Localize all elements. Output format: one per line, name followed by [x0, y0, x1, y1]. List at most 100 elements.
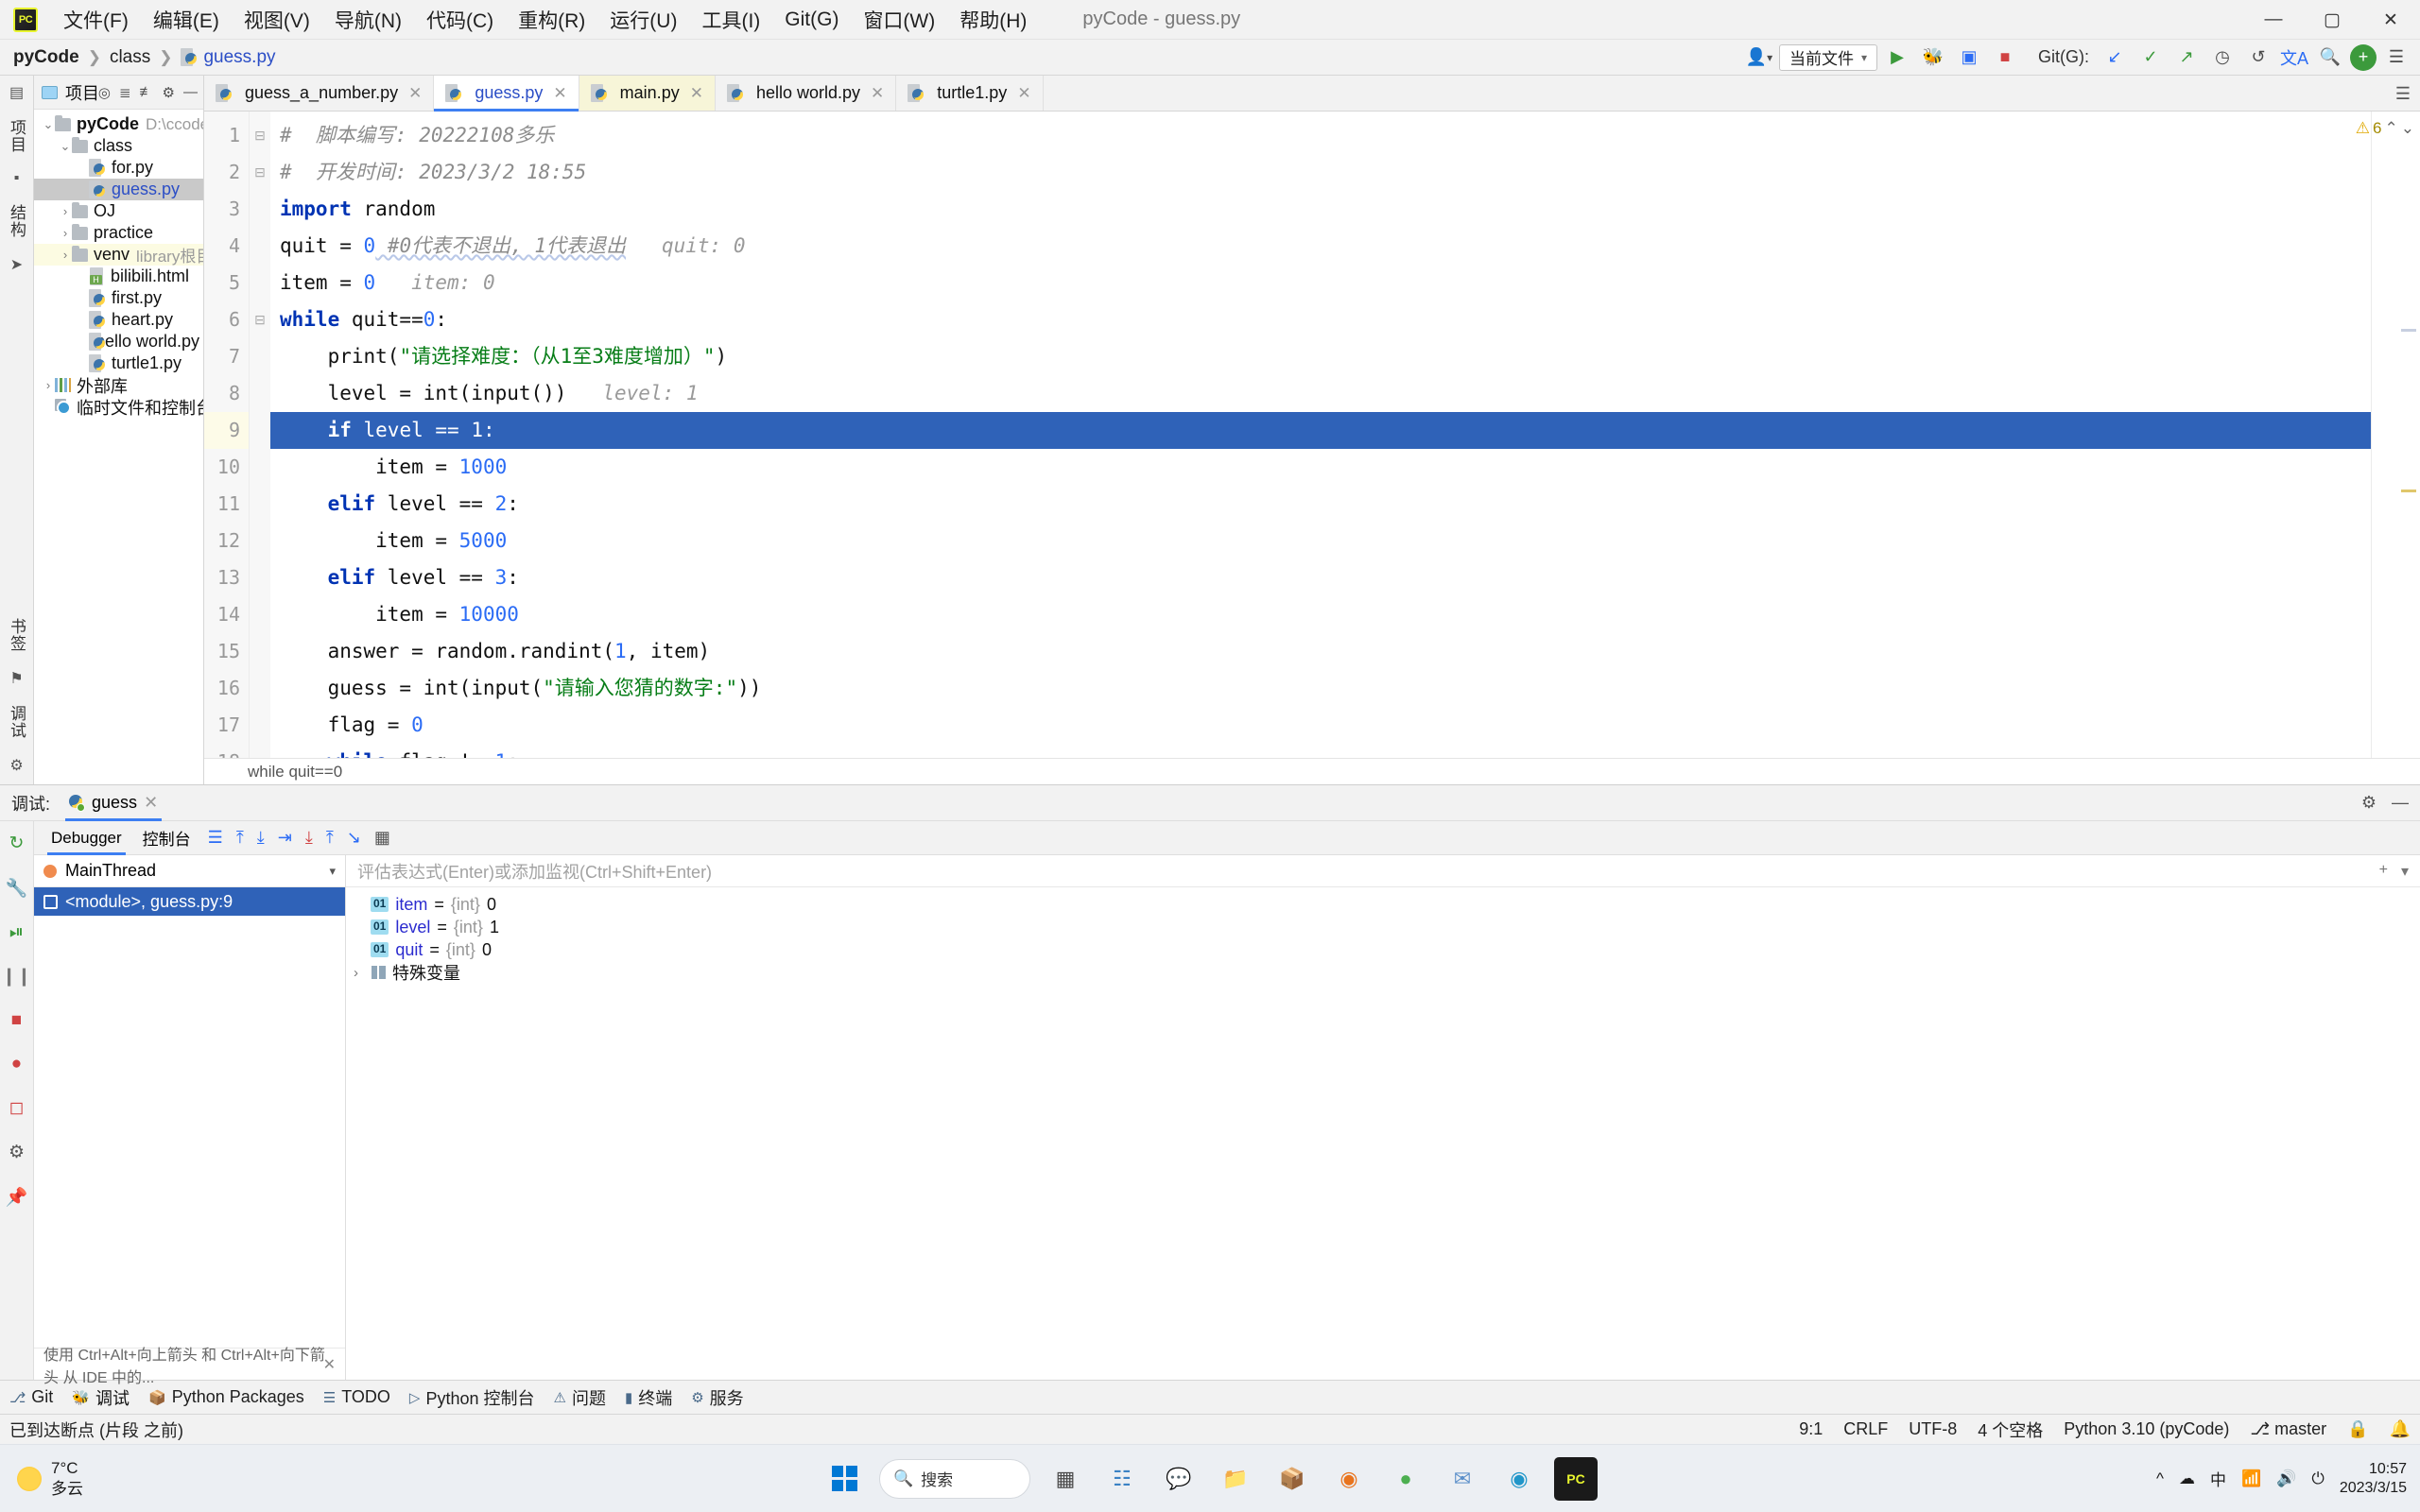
editor-tab-hello-world-py[interactable]: hello world.py ✕: [716, 76, 897, 111]
code-line[interactable]: if level == 1:: [270, 412, 2371, 449]
search-icon[interactable]: 🔍: [2314, 43, 2346, 72]
line-number[interactable]: 9: [204, 412, 275, 449]
git-branch[interactable]: ⎇ master: [2250, 1419, 2326, 1439]
tool-window-git[interactable]: ⎇ Git: [9, 1387, 53, 1407]
mute-breakpoints-icon[interactable]: ◻: [9, 1097, 25, 1119]
chevron-icon[interactable]: ⌄: [42, 117, 55, 132]
editor-tabbar-actions[interactable]: ☰: [2395, 76, 2411, 112]
bottom-tool-strip[interactable]: ⎇ Git 🐝 调试 📦 Python Packages ☰ TODO ▷ Python 控制台 ⚠…: [0, 1380, 2420, 1418]
explorer-icon[interactable]: 📁: [1214, 1457, 1257, 1501]
battery-icon[interactable]: ⏻: [2311, 1469, 2324, 1488]
line-number[interactable]: 1: [204, 117, 249, 154]
chevron-icon[interactable]: ⌄: [59, 139, 72, 154]
tree-item--[interactable]: 临时文件和控制台: [34, 396, 203, 418]
tool-window-python-[interactable]: ▷ Python 控制台: [409, 1385, 535, 1410]
chevron-icon[interactable]: ›: [59, 248, 72, 262]
chevron-down-icon[interactable]: ▾: [2401, 862, 2409, 881]
settings-icon[interactable]: ⚙: [163, 84, 175, 101]
code-fold-toggle[interactable]: ⊟: [250, 744, 270, 758]
taskbar-weather-widget[interactable]: 7°C 多云: [17, 1458, 83, 1499]
minimize-button[interactable]: —: [2244, 0, 2303, 40]
start-icon[interactable]: [822, 1457, 866, 1501]
chevron-icon[interactable]: ›: [59, 204, 72, 218]
line-number[interactable]: 17: [204, 707, 249, 744]
editor-tab-guess-py[interactable]: guess.py ✕: [434, 76, 579, 112]
code-fold-toggle[interactable]: ⊟: [250, 154, 270, 191]
code-line[interactable]: quit = 0 #0代表不退出, 1代表退出 quit: 0: [270, 228, 2371, 265]
line-number[interactable]: 4: [204, 228, 249, 265]
code-line[interactable]: guess = int(input("请输入您猜的数字:")): [270, 670, 2371, 707]
pin-icon[interactable]: 📌: [6, 1186, 28, 1209]
volume-icon[interactable]: 🔊: [2276, 1469, 2296, 1488]
tree-item--[interactable]: › 外部库: [34, 374, 203, 396]
code-line[interactable]: while quit==0:: [270, 301, 2371, 338]
tree-item-guess-py[interactable]: guess.py: [34, 179, 203, 200]
tool-window--[interactable]: 🐝 调试: [66, 1385, 135, 1418]
line-number[interactable]: 11: [204, 486, 249, 523]
collapse-all-icon[interactable]: ≢: [140, 84, 154, 100]
menu-run[interactable]: 运行(U): [597, 1, 689, 39]
project-tree[interactable]: ⌄ pyCode D:\ccode\pyCode ⌄ class for.py guess.…: [34, 110, 203, 784]
code-line[interactable]: flag = 0: [270, 707, 2371, 744]
code-line[interactable]: level = int(input()) level: 1: [270, 375, 2371, 412]
line-number[interactable]: 13: [204, 559, 249, 596]
close-button[interactable]: ✕: [2361, 0, 2420, 40]
tree-item-class[interactable]: ⌄ class: [34, 135, 203, 157]
chevron-icon[interactable]: ›: [42, 378, 55, 392]
editor-tab-turtle1-py[interactable]: turtle1.py ✕: [896, 76, 1044, 111]
line-number[interactable]: 10: [204, 449, 249, 486]
editor-right-gutter[interactable]: ⚠ 6 ⌃ ⌄: [2356, 112, 2420, 758]
code-line[interactable]: item = 1000: [270, 449, 2371, 486]
code-fold-toggle[interactable]: ⊟: [250, 301, 270, 338]
tree-item-pycode[interactable]: ⌄ pyCode D:\ccode\pyCode: [34, 113, 203, 135]
debug-session-tab[interactable]: guess ✕: [60, 785, 167, 821]
line-number[interactable]: 7: [204, 338, 249, 375]
variable-row[interactable]: 01 quit = {int} 0: [346, 938, 2420, 961]
undo-icon[interactable]: ↺: [2242, 43, 2274, 72]
sidebar-item-project[interactable]: 项目: [5, 115, 28, 157]
code-content[interactable]: # 脚本编写: 20222108多乐 # 开发时间: 2023/3/2 18:55…: [270, 112, 2371, 758]
menu-window[interactable]: 窗口(W): [851, 1, 947, 39]
tree-item-venv[interactable]: › venv library根目录: [34, 244, 203, 266]
code-line[interactable]: while flag != 1:: [270, 744, 2371, 758]
edge-icon[interactable]: ◉: [1497, 1457, 1541, 1501]
project-view-icon[interactable]: ▤: [9, 83, 24, 102]
settings-wrench-icon[interactable]: 🔧: [6, 877, 28, 900]
code-line[interactable]: # 脚本编写: 20222108多乐: [270, 117, 2371, 154]
mute-breakpoints-icon[interactable]: ☰: [208, 828, 223, 848]
line-separator[interactable]: CRLF: [1843, 1419, 1888, 1439]
close-icon[interactable]: ✕: [408, 84, 422, 103]
close-icon[interactable]: ✕: [553, 84, 566, 103]
line-number[interactable]: 2: [204, 154, 249, 191]
breadcrumb-file[interactable]: guess.py: [203, 47, 275, 68]
chevron-up-icon[interactable]: ^: [2156, 1469, 2164, 1488]
code-line[interactable]: answer = random.randint(1, item): [270, 633, 2371, 670]
tab-list-icon[interactable]: ☰: [2395, 84, 2411, 104]
bookmarks-arrow-icon[interactable]: ➤: [10, 255, 23, 274]
inspection-status[interactable]: ⚠ 6 ⌃ ⌄: [2356, 119, 2414, 138]
step-over-icon[interactable]: ⤒: [236, 828, 244, 848]
code-line[interactable]: item = 0 item: 0: [270, 265, 2371, 301]
file-encoding[interactable]: UTF-8: [1909, 1419, 1957, 1439]
step-into-icon[interactable]: ⤓: [257, 828, 265, 848]
wifi-icon[interactable]: 📶: [2241, 1469, 2261, 1488]
close-icon[interactable]: ✕: [871, 84, 884, 103]
chat-icon[interactable]: 💬: [1157, 1457, 1201, 1501]
debug-strip-icon[interactable]: ⚙: [9, 756, 23, 775]
menu-refactor[interactable]: 重构(R): [506, 1, 597, 39]
debug-icon[interactable]: 🐝: [1917, 43, 1949, 72]
close-icon[interactable]: ✕: [1017, 84, 1030, 103]
breadcrumb[interactable]: pyCode ❯ class ❯ guess.py: [13, 47, 276, 68]
debug-toolbar[interactable]: Debugger 控制台 ☰ ⤒ ⤓ ⇥ ⤓ ⤒ ↘ ▦: [34, 821, 2420, 855]
sidebar-item-bookmarks[interactable]: 书签: [5, 614, 28, 656]
line-number[interactable]: 12: [204, 523, 249, 559]
tool-window-todo[interactable]: ☰ TODO: [323, 1387, 390, 1407]
taskbar-clock[interactable]: 10:57 2023/3/15: [2340, 1460, 2407, 1498]
step-out-icon[interactable]: ⤒: [326, 828, 334, 848]
minimize-icon[interactable]: —: [2392, 793, 2409, 813]
taskbar-tray[interactable]: ^ ☁ 中 📶 🔊 ⏻ 10:57 2023/3/15: [2156, 1460, 2407, 1498]
evaluate-icon[interactable]: ▦: [374, 828, 390, 848]
git-history-icon[interactable]: ◷: [2206, 43, 2238, 72]
line-number[interactable]: 16: [204, 670, 249, 707]
editor-tab-bar[interactable]: guess_a_number.py ✕ guess.py ✕ main.py ✕ hello…: [204, 76, 2420, 112]
